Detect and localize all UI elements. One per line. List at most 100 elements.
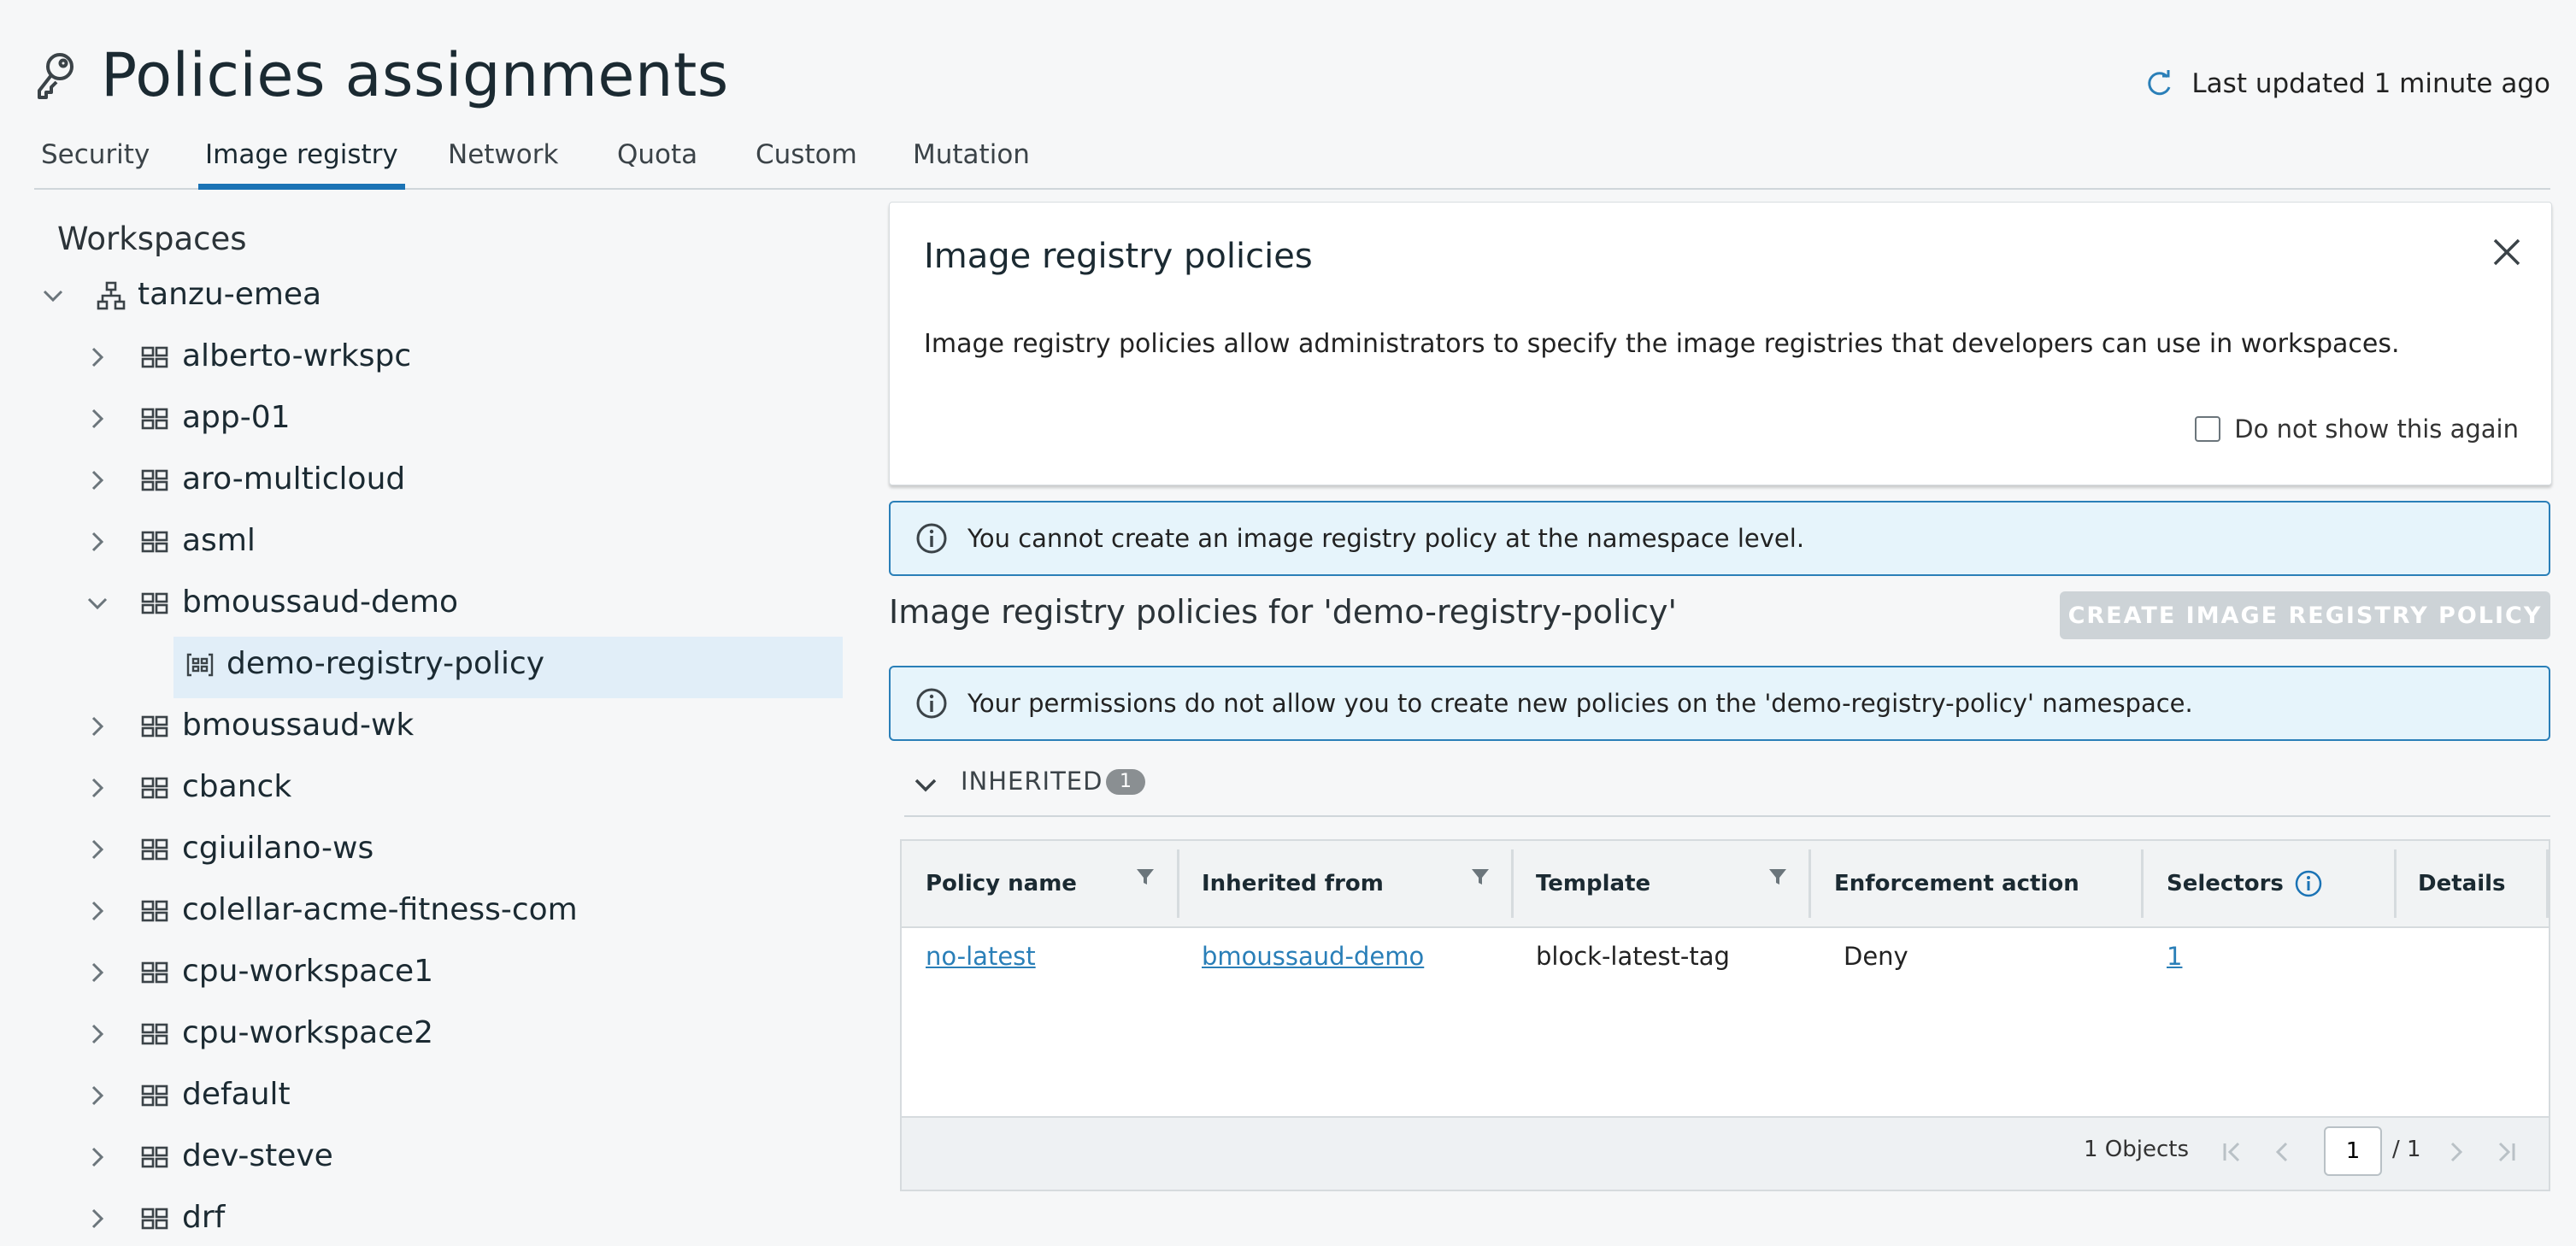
workspace-icon <box>141 346 168 368</box>
filter-icon[interactable] <box>1135 867 1156 887</box>
policy-tabs: Security Image registry Network Quota Cu… <box>34 128 2550 190</box>
tab-security[interactable]: Security <box>34 140 156 188</box>
column-separator[interactable] <box>1177 849 1179 918</box>
tree-item-demo-registry-policy[interactable]: demo-registry-policy <box>0 638 846 692</box>
chevron-right-icon[interactable] <box>85 407 109 431</box>
do-not-show-checkbox[interactable] <box>2195 416 2221 442</box>
column-separator[interactable] <box>2141 849 2144 918</box>
chevron-right-icon[interactable] <box>85 530 109 554</box>
tree-item-app-01[interactable]: app-01 <box>0 391 846 446</box>
tree-item-default[interactable]: default <box>0 1068 846 1123</box>
workspace-icon <box>141 531 168 553</box>
column-separator[interactable] <box>2546 849 2549 918</box>
key-icon <box>38 53 74 99</box>
column-separator[interactable] <box>2394 849 2397 918</box>
tab-mutation[interactable]: Mutation <box>906 140 1037 188</box>
policy-name-link[interactable]: no-latest <box>926 942 1036 971</box>
workspace-icon <box>141 961 168 984</box>
tree-item-alberto-wrkspc[interactable]: alberto-wrkspc <box>0 330 846 385</box>
column-separator[interactable] <box>1808 849 1811 918</box>
tab-custom[interactable]: Custom <box>749 140 864 188</box>
chevron-right-icon[interactable] <box>85 468 109 492</box>
inherited-count-badge: 1 <box>1106 769 1145 795</box>
chevron-right-icon[interactable] <box>85 776 109 800</box>
info-icon[interactable] <box>2294 869 2323 898</box>
inherited-from-cell: bmoussaud-demo <box>1202 942 1424 971</box>
workspace-icon <box>141 715 168 738</box>
tree-item-bmoussaud-wk[interactable]: bmoussaud-wk <box>0 699 846 754</box>
tree-item-colellar-acme-fitness-com[interactable]: colellar-acme-fitness-com <box>0 884 846 938</box>
tree-item-label: cpu-workspace2 <box>182 1015 434 1050</box>
tree-item-label: drf <box>182 1200 226 1235</box>
workspace-icon <box>141 1208 168 1230</box>
chevron-right-icon[interactable] <box>85 714 109 738</box>
info-card-description: Image registry policies allow administra… <box>924 329 2400 359</box>
first-page-icon[interactable] <box>2216 1137 2247 1167</box>
tree-item-tanzu-emea[interactable]: tanzu-emea <box>0 268 846 323</box>
chevron-right-icon[interactable] <box>85 1145 109 1169</box>
do-not-show-checkbox-row[interactable]: Do not show this again <box>2195 414 2519 444</box>
close-icon[interactable] <box>2488 233 2526 271</box>
chevron-right-icon[interactable] <box>85 899 109 923</box>
tab-image-registry[interactable]: Image registry <box>198 140 405 190</box>
permissions-alert-text: Your permissions do not allow you to cre… <box>967 689 2193 718</box>
tree-item-aro-multicloud[interactable]: aro-multicloud <box>0 453 846 508</box>
policy-name-cell: no-latest <box>926 942 1036 971</box>
namespace-level-alert: You cannot create an image registry poli… <box>889 501 2550 576</box>
last-page-icon[interactable] <box>2491 1137 2522 1167</box>
info-icon <box>916 523 947 554</box>
tree-item-label: bmoussaud-wk <box>182 708 415 743</box>
column-separator[interactable] <box>1511 849 1514 918</box>
column-header-selectors: Selectors <box>2167 841 2323 926</box>
tree-item-label: app-01 <box>182 400 291 435</box>
do-not-show-label: Do not show this again <box>2234 414 2519 444</box>
selectors-link[interactable]: 1 <box>2167 942 2182 971</box>
tree-item-label: alberto-wrkspc <box>182 338 412 373</box>
create-image-registry-policy-button[interactable]: CREATE IMAGE REGISTRY POLICY <box>2060 591 2550 639</box>
chevron-down-icon[interactable] <box>85 591 109 615</box>
filter-icon[interactable] <box>1470 867 1491 887</box>
inherited-label: INHERITED <box>961 767 1103 796</box>
tab-network[interactable]: Network <box>441 140 565 188</box>
policies-table: Policy name Inherited from Template Enfo… <box>900 839 2550 1191</box>
tree-item-cpu-workspace2[interactable]: cpu-workspace2 <box>0 1007 846 1061</box>
inherited-section-header[interactable]: INHERITED 1 <box>904 755 2550 817</box>
workspaces-heading: Workspaces <box>57 220 247 257</box>
chevron-down-icon[interactable] <box>41 284 65 308</box>
object-count: 1 Objects <box>2084 1137 2190 1162</box>
last-updated-text: Last updated 1 minute ago <box>2191 68 2550 99</box>
refresh-icon[interactable] <box>2144 68 2174 99</box>
tree-item-drf[interactable]: drf <box>0 1191 846 1246</box>
namespace-icon <box>186 653 214 677</box>
workspace-icon <box>141 777 168 799</box>
info-card: Image registry policies Image registry p… <box>889 202 2552 485</box>
tree-item-cpu-workspace1[interactable]: cpu-workspace1 <box>0 945 846 1000</box>
chevron-right-icon[interactable] <box>85 1084 109 1108</box>
chevron-right-icon[interactable] <box>85 1207 109 1231</box>
chevron-right-icon[interactable] <box>85 838 109 861</box>
chevron-down-icon[interactable] <box>911 771 940 800</box>
tree-item-label: cgiuilano-ws <box>182 831 374 866</box>
workspace-icon <box>141 838 168 861</box>
column-header-details: Details <box>2418 871 2506 896</box>
inherited-from-link[interactable]: bmoussaud-demo <box>1202 942 1424 971</box>
last-updated: Last updated 1 minute ago <box>2144 68 2550 99</box>
tree-item-label: tanzu-emea <box>138 277 322 312</box>
page-number-input[interactable] <box>2324 1126 2382 1176</box>
tree-item-cgiuilano-ws[interactable]: cgiuilano-ws <box>0 822 846 877</box>
tree-item-cbanck[interactable]: cbanck <box>0 761 846 815</box>
previous-page-icon[interactable] <box>2267 1137 2298 1167</box>
tree-item-dev-steve[interactable]: dev-steve <box>0 1130 846 1184</box>
column-header-template: Template <box>1536 871 1651 896</box>
tab-quota[interactable]: Quota <box>610 140 704 188</box>
chevron-right-icon[interactable] <box>85 961 109 984</box>
tree-item-bmoussaud-demo[interactable]: bmoussaud-demo <box>0 576 846 631</box>
tree-item-asml[interactable]: asml <box>0 514 846 569</box>
column-header-inherited-from: Inherited from <box>1202 871 1384 896</box>
filter-icon[interactable] <box>1767 867 1788 887</box>
chevron-right-icon[interactable] <box>85 1022 109 1046</box>
chevron-right-icon[interactable] <box>85 345 109 369</box>
workspace-icon <box>141 900 168 922</box>
tree-item-label: dev-steve <box>182 1138 333 1173</box>
next-page-icon[interactable] <box>2440 1137 2471 1167</box>
